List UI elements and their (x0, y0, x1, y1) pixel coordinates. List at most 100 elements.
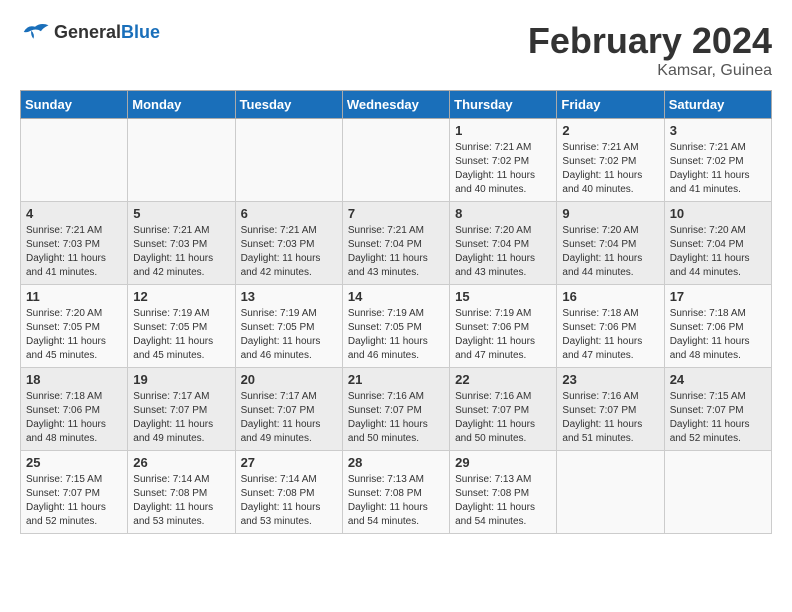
day-info: Sunrise: 7:18 AM Sunset: 7:06 PM Dayligh… (26, 390, 122, 446)
day-number: 15 (455, 289, 551, 304)
calendar-cell (235, 119, 342, 202)
weekday-header-monday: Monday (128, 91, 235, 119)
day-number: 4 (26, 206, 122, 221)
day-info: Sunrise: 7:19 AM Sunset: 7:05 PM Dayligh… (348, 307, 444, 363)
calendar-cell: 16 Sunrise: 7:18 AM Sunset: 7:06 PM Dayli… (557, 285, 664, 368)
day-info: Sunrise: 7:18 AM Sunset: 7:06 PM Dayligh… (562, 307, 658, 363)
calendar-cell: 28 Sunrise: 7:13 AM Sunset: 7:08 PM Dayli… (342, 451, 449, 534)
day-number: 10 (670, 206, 766, 221)
calendar-cell: 24 Sunrise: 7:15 AM Sunset: 7:07 PM Dayli… (664, 368, 771, 451)
logo: General Blue (20, 20, 160, 44)
calendar-cell: 15 Sunrise: 7:19 AM Sunset: 7:06 PM Dayli… (450, 285, 557, 368)
day-info: Sunrise: 7:19 AM Sunset: 7:05 PM Dayligh… (241, 307, 337, 363)
day-number: 21 (348, 372, 444, 387)
calendar-week-row: 18 Sunrise: 7:18 AM Sunset: 7:06 PM Dayli… (21, 368, 772, 451)
calendar-cell: 7Sunrise: 7:21 AM Sunset: 7:04 PM Daylig… (342, 202, 449, 285)
calendar-cell: 27Sunrise: 7:14 AM Sunset: 7:08 PM Dayli… (235, 451, 342, 534)
day-info: Sunrise: 7:20 AM Sunset: 7:05 PM Dayligh… (26, 307, 122, 363)
weekday-header-wednesday: Wednesday (342, 91, 449, 119)
calendar-cell: 1 Sunrise: 7:21 AM Sunset: 7:02 PM Daylig… (450, 119, 557, 202)
day-info: Sunrise: 7:21 AM Sunset: 7:03 PM Dayligh… (241, 224, 337, 280)
day-number: 22 (455, 372, 551, 387)
logo-blue-text: Blue (121, 22, 160, 43)
calendar-cell: 25 Sunrise: 7:15 AM Sunset: 7:07 PM Dayli… (21, 451, 128, 534)
day-info: Sunrise: 7:15 AM Sunset: 7:07 PM Dayligh… (670, 390, 766, 446)
logo-general-text: General (54, 22, 121, 43)
page-header: General Blue February 2024 Kamsar, Guine… (20, 20, 772, 80)
day-number: 9 (562, 206, 658, 221)
day-info: Sunrise: 7:21 AM Sunset: 7:03 PM Dayligh… (26, 224, 122, 280)
day-info: Sunrise: 7:17 AM Sunset: 7:07 PM Dayligh… (133, 390, 229, 446)
calendar-cell: 18 Sunrise: 7:18 AM Sunset: 7:06 PM Dayli… (21, 368, 128, 451)
day-number: 6 (241, 206, 337, 221)
calendar-cell: 10 Sunrise: 7:20 AM Sunset: 7:04 PM Dayli… (664, 202, 771, 285)
calendar-week-row: 4 Sunrise: 7:21 AM Sunset: 7:03 PM Daylig… (21, 202, 772, 285)
day-info: Sunrise: 7:15 AM Sunset: 7:07 PM Dayligh… (26, 473, 122, 529)
day-info: Sunrise: 7:20 AM Sunset: 7:04 PM Dayligh… (562, 224, 658, 280)
calendar-cell: 2 Sunrise: 7:21 AM Sunset: 7:02 PM Daylig… (557, 119, 664, 202)
calendar-cell: 21 Sunrise: 7:16 AM Sunset: 7:07 PM Dayli… (342, 368, 449, 451)
day-info: Sunrise: 7:19 AM Sunset: 7:05 PM Dayligh… (133, 307, 229, 363)
day-number: 5 (133, 206, 229, 221)
day-info: Sunrise: 7:21 AM Sunset: 7:02 PM Dayligh… (455, 141, 551, 197)
calendar-header-row: SundayMondayTuesdayWednesdayThursdayFrid… (21, 91, 772, 119)
day-info: Sunrise: 7:21 AM Sunset: 7:02 PM Dayligh… (562, 141, 658, 197)
day-info: Sunrise: 7:21 AM Sunset: 7:04 PM Dayligh… (348, 224, 444, 280)
day-info: Sunrise: 7:13 AM Sunset: 7:08 PM Dayligh… (455, 473, 551, 529)
day-info: Sunrise: 7:20 AM Sunset: 7:04 PM Dayligh… (670, 224, 766, 280)
calendar-cell (21, 119, 128, 202)
calendar-cell: 8 Sunrise: 7:20 AM Sunset: 7:04 PM Daylig… (450, 202, 557, 285)
day-info: Sunrise: 7:16 AM Sunset: 7:07 PM Dayligh… (455, 390, 551, 446)
logo-bird-icon (20, 20, 50, 44)
calendar-cell (342, 119, 449, 202)
day-number: 25 (26, 455, 122, 470)
weekday-header-sunday: Sunday (21, 91, 128, 119)
calendar-cell: 4 Sunrise: 7:21 AM Sunset: 7:03 PM Daylig… (21, 202, 128, 285)
calendar-cell: 5 Sunrise: 7:21 AM Sunset: 7:03 PM Daylig… (128, 202, 235, 285)
day-info: Sunrise: 7:18 AM Sunset: 7:06 PM Dayligh… (670, 307, 766, 363)
calendar-week-row: 25 Sunrise: 7:15 AM Sunset: 7:07 PM Dayli… (21, 451, 772, 534)
weekday-header-tuesday: Tuesday (235, 91, 342, 119)
calendar-cell: 23Sunrise: 7:16 AM Sunset: 7:07 PM Dayli… (557, 368, 664, 451)
calendar-cell: 20Sunrise: 7:17 AM Sunset: 7:07 PM Dayli… (235, 368, 342, 451)
day-number: 16 (562, 289, 658, 304)
day-number: 18 (26, 372, 122, 387)
calendar-cell: 6 Sunrise: 7:21 AM Sunset: 7:03 PM Daylig… (235, 202, 342, 285)
day-number: 2 (562, 123, 658, 138)
day-number: 20 (241, 372, 337, 387)
weekday-header-saturday: Saturday (664, 91, 771, 119)
page-subtitle: Kamsar, Guinea (528, 62, 772, 80)
day-info: Sunrise: 7:21 AM Sunset: 7:03 PM Dayligh… (133, 224, 229, 280)
calendar-cell: 29 Sunrise: 7:13 AM Sunset: 7:08 PM Dayli… (450, 451, 557, 534)
day-number: 1 (455, 123, 551, 138)
day-number: 13 (241, 289, 337, 304)
day-number: 29 (455, 455, 551, 470)
day-number: 19 (133, 372, 229, 387)
calendar-table: SundayMondayTuesdayWednesdayThursdayFrid… (20, 90, 772, 534)
calendar-week-row: 11 Sunrise: 7:20 AM Sunset: 7:05 PM Dayli… (21, 285, 772, 368)
day-info: Sunrise: 7:16 AM Sunset: 7:07 PM Dayligh… (348, 390, 444, 446)
calendar-cell: 12Sunrise: 7:19 AM Sunset: 7:05 PM Dayli… (128, 285, 235, 368)
calendar-week-row: 1 Sunrise: 7:21 AM Sunset: 7:02 PM Daylig… (21, 119, 772, 202)
calendar-cell: 19 Sunrise: 7:17 AM Sunset: 7:07 PM Dayli… (128, 368, 235, 451)
day-number: 11 (26, 289, 122, 304)
calendar-cell: 11 Sunrise: 7:20 AM Sunset: 7:05 PM Dayli… (21, 285, 128, 368)
calendar-cell: 26 Sunrise: 7:14 AM Sunset: 7:08 PM Dayli… (128, 451, 235, 534)
calendar-cell (557, 451, 664, 534)
day-number: 24 (670, 372, 766, 387)
day-info: Sunrise: 7:19 AM Sunset: 7:06 PM Dayligh… (455, 307, 551, 363)
day-info: Sunrise: 7:21 AM Sunset: 7:02 PM Dayligh… (670, 141, 766, 197)
day-info: Sunrise: 7:20 AM Sunset: 7:04 PM Dayligh… (455, 224, 551, 280)
page-title: February 2024 (528, 20, 772, 62)
day-number: 27 (241, 455, 337, 470)
day-number: 28 (348, 455, 444, 470)
title-block: February 2024 Kamsar, Guinea (528, 20, 772, 80)
weekday-header-friday: Friday (557, 91, 664, 119)
calendar-cell: 9 Sunrise: 7:20 AM Sunset: 7:04 PM Daylig… (557, 202, 664, 285)
day-info: Sunrise: 7:14 AM Sunset: 7:08 PM Dayligh… (133, 473, 229, 529)
day-number: 17 (670, 289, 766, 304)
weekday-header-thursday: Thursday (450, 91, 557, 119)
day-number: 26 (133, 455, 229, 470)
day-number: 8 (455, 206, 551, 221)
day-info: Sunrise: 7:13 AM Sunset: 7:08 PM Dayligh… (348, 473, 444, 529)
